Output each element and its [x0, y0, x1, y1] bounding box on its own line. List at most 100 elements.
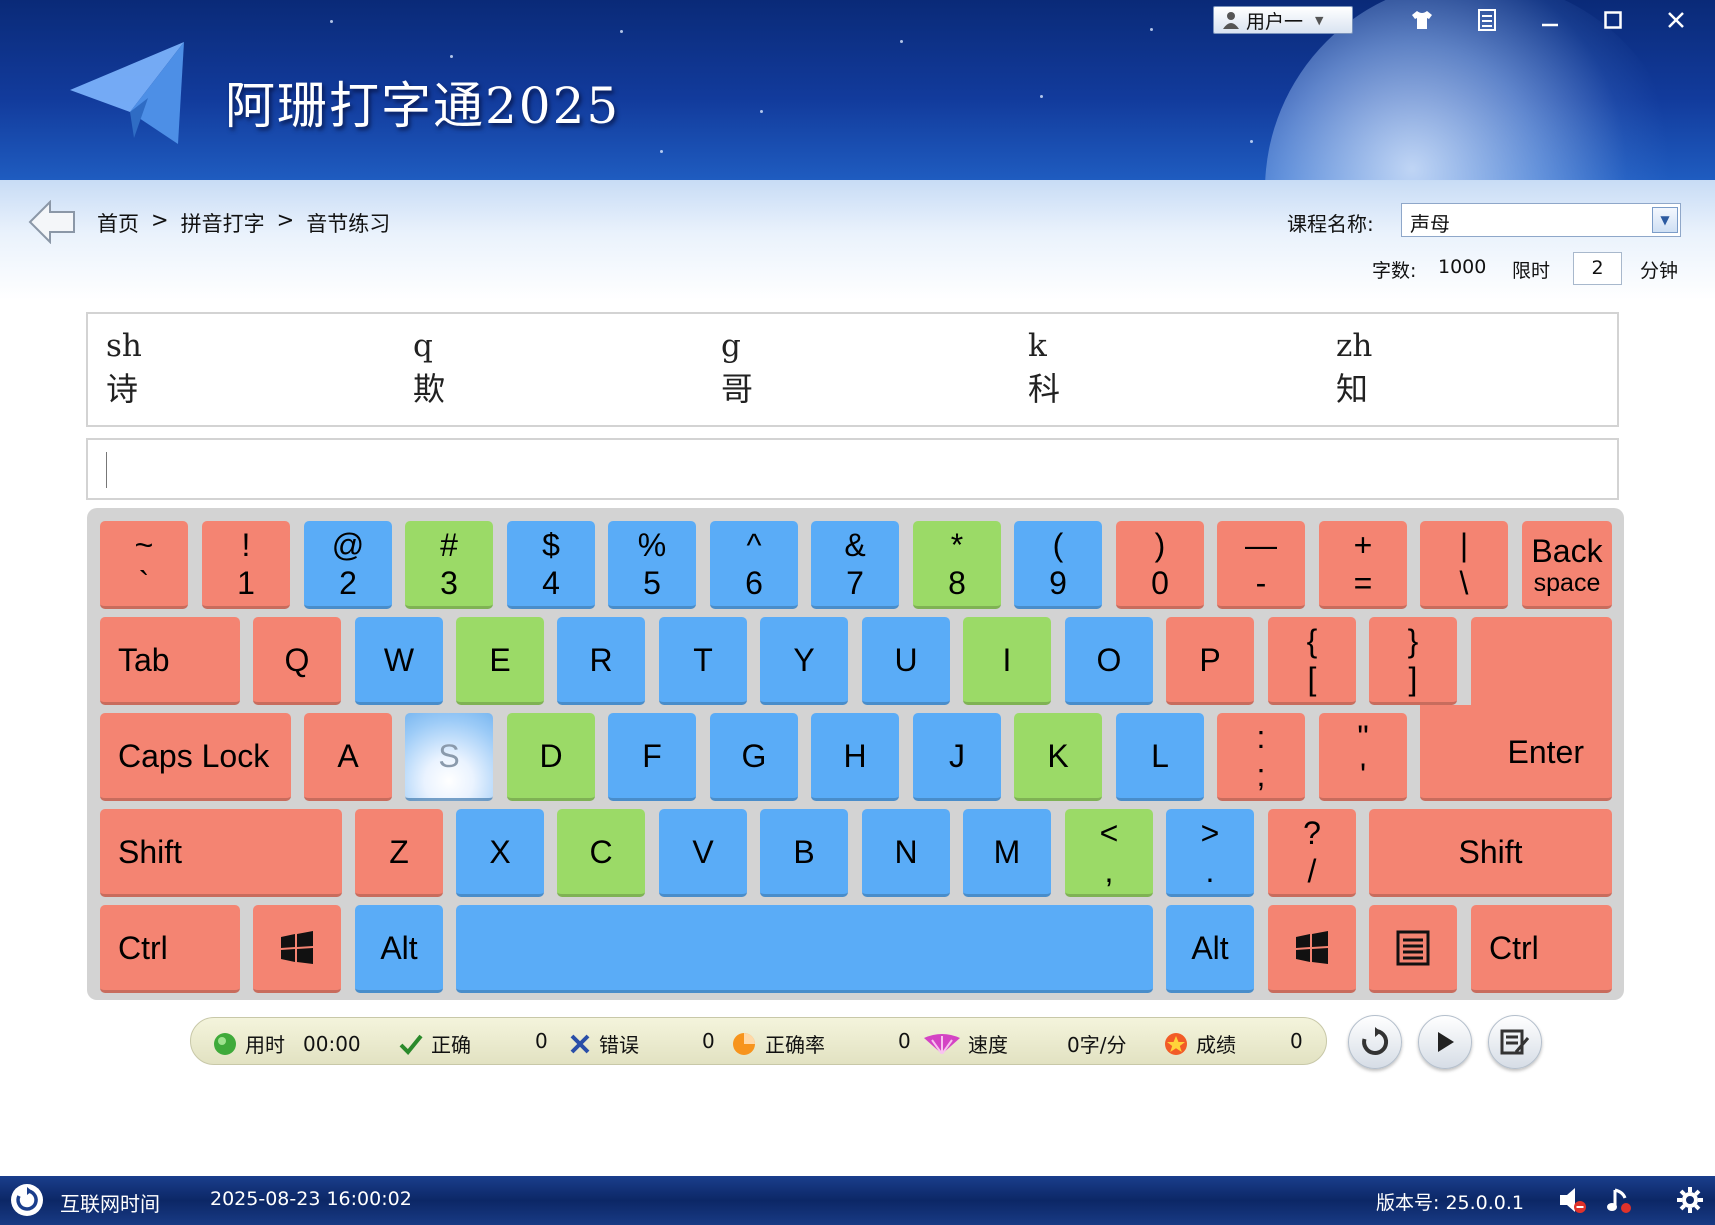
key-b[interactable]: B	[760, 809, 848, 897]
stat-correct: 正确	[399, 1029, 471, 1058]
key-q[interactable]: Q	[253, 617, 341, 705]
breadcrumb: 首页 > 拼音打字 > 音节练习	[97, 208, 390, 238]
typing-input[interactable]	[86, 438, 1619, 500]
key-enter[interactable]: Enter	[1420, 705, 1612, 801]
back-arrow-icon[interactable]	[28, 200, 76, 244]
gear-icon[interactable]	[1676, 1186, 1704, 1214]
key-i[interactable]: I	[963, 617, 1051, 705]
key-l[interactable]: L	[1116, 713, 1204, 801]
key-minus[interactable]: — -	[1217, 521, 1305, 609]
key-left-ctrl[interactable]: Ctrl	[100, 905, 240, 993]
stat-error-value: 0	[702, 1029, 715, 1053]
key-d[interactable]: D	[507, 713, 595, 801]
key-4[interactable]: $4	[507, 521, 595, 609]
key-g[interactable]: G	[710, 713, 798, 801]
key-comma[interactable]: <,	[1065, 809, 1153, 897]
key-caps-lock[interactable]: Caps Lock	[100, 713, 291, 801]
key-z[interactable]: Z	[355, 809, 443, 897]
key-j[interactable]: J	[913, 713, 1001, 801]
key-s-highlighted[interactable]: S	[405, 713, 493, 801]
stat-time: 用时 00:00	[213, 1029, 361, 1058]
key-quote[interactable]: " '	[1319, 713, 1407, 801]
time-unit-label: 分钟	[1640, 260, 1679, 282]
menu-icon[interactable]	[1465, 4, 1509, 36]
settings-edit-button[interactable]	[1488, 1015, 1542, 1069]
key-left-shift[interactable]: Shift	[100, 809, 342, 897]
key-equals[interactable]: + =	[1319, 521, 1407, 609]
chevron-down-icon[interactable]: ▼	[1652, 207, 1678, 233]
maximize-icon[interactable]	[1591, 4, 1635, 36]
text-caret	[106, 452, 107, 488]
key-t[interactable]: T	[659, 617, 747, 705]
key-right-alt[interactable]: Alt	[1166, 905, 1254, 993]
restart-button[interactable]	[1348, 1015, 1402, 1069]
key-3[interactable]: #3	[405, 521, 493, 609]
key-m[interactable]: M	[963, 809, 1051, 897]
key-slash[interactable]: ? /	[1268, 809, 1356, 897]
stat-time-value: 00:00	[303, 1031, 361, 1056]
edit-document-icon	[1500, 1029, 1530, 1055]
key-2[interactable]: @2	[304, 521, 392, 609]
key-semicolon[interactable]: :;	[1217, 713, 1305, 801]
syllable-item: zh 知	[1336, 326, 1372, 412]
key-right-ctrl[interactable]: Ctrl	[1471, 905, 1612, 993]
key-5[interactable]: % 5	[608, 521, 696, 609]
time-limit-input[interactable]: 2	[1573, 252, 1622, 285]
skin-shirt-icon[interactable]	[1400, 4, 1444, 36]
key-c[interactable]: C	[557, 809, 645, 897]
key-y[interactable]: Y	[760, 617, 848, 705]
stat-score: 成绩	[1164, 1029, 1236, 1058]
key-1[interactable]: ! 1	[202, 521, 290, 609]
music-note-icon[interactable]	[1605, 1186, 1633, 1214]
key-backslash[interactable]: | \	[1420, 521, 1508, 609]
key-v[interactable]: V	[659, 809, 747, 897]
key-n[interactable]: N	[862, 809, 950, 897]
key-menu[interactable]	[1369, 905, 1457, 993]
user-menu-button[interactable]: 用户一 ▼	[1213, 6, 1353, 34]
key-e[interactable]: E	[456, 617, 544, 705]
close-icon[interactable]	[1654, 4, 1698, 36]
key-period[interactable]: >.	[1166, 809, 1254, 897]
syllable-pinyin: g	[721, 328, 741, 364]
sound-mute-icon[interactable]	[1558, 1186, 1588, 1214]
key-k[interactable]: K	[1014, 713, 1102, 801]
syllable-pinyin: sh	[106, 328, 142, 364]
minimize-icon[interactable]	[1528, 4, 1572, 36]
char-count-label: 字数:	[1372, 260, 1417, 282]
key-tab[interactable]: Tab	[100, 617, 240, 705]
key-o[interactable]: O	[1065, 617, 1153, 705]
breadcrumb-pinyin-typing[interactable]: 拼音打字	[181, 208, 265, 238]
key-left-alt[interactable]: Alt	[355, 905, 443, 993]
key-h[interactable]: H	[811, 713, 899, 801]
sync-time-icon[interactable]	[10, 1183, 44, 1217]
key-9[interactable]: (9	[1014, 521, 1102, 609]
pie-icon	[733, 1032, 755, 1055]
key-backtick[interactable]: ~ `	[100, 521, 188, 609]
key-x[interactable]: X	[456, 809, 544, 897]
key-p[interactable]: P	[1166, 617, 1254, 705]
key-enter-upper[interactable]	[1471, 617, 1612, 713]
key-w[interactable]: W	[355, 617, 443, 705]
key-left-bracket[interactable]: {[	[1268, 617, 1356, 705]
internet-time-label: 互联网时间	[60, 1192, 160, 1216]
key-f[interactable]: F	[608, 713, 696, 801]
time-limit-label: 限时	[1512, 260, 1551, 282]
key-a[interactable]: A	[304, 713, 392, 801]
key-space[interactable]	[456, 905, 1153, 993]
key-left-windows[interactable]	[253, 905, 341, 993]
key-right-shift[interactable]: Shift	[1369, 809, 1612, 897]
key-0[interactable]: ) 0	[1116, 521, 1204, 609]
key-u[interactable]: U	[862, 617, 950, 705]
course-select[interactable]: 声母 ▼	[1401, 203, 1681, 237]
practice-text-panel: sh 诗 q 欺 g 哥 k 科 zh 知	[86, 312, 1619, 427]
key-7[interactable]: & 7	[811, 521, 899, 609]
key-6[interactable]: ^ 6	[710, 521, 798, 609]
virtual-keyboard: ~ ` ! 1 @2 #3 $4 % 5 ^ 6 & 7 * 8 (9 ) 0 — - + = |…	[87, 508, 1624, 1000]
key-right-windows[interactable]	[1268, 905, 1356, 993]
start-button[interactable]	[1418, 1015, 1472, 1069]
breadcrumb-home[interactable]: 首页	[97, 208, 139, 238]
key-right-bracket[interactable]: }]	[1369, 617, 1457, 705]
key-r[interactable]: R	[557, 617, 645, 705]
key-backspace[interactable]: Back space	[1522, 521, 1612, 609]
key-8[interactable]: * 8	[913, 521, 1001, 609]
